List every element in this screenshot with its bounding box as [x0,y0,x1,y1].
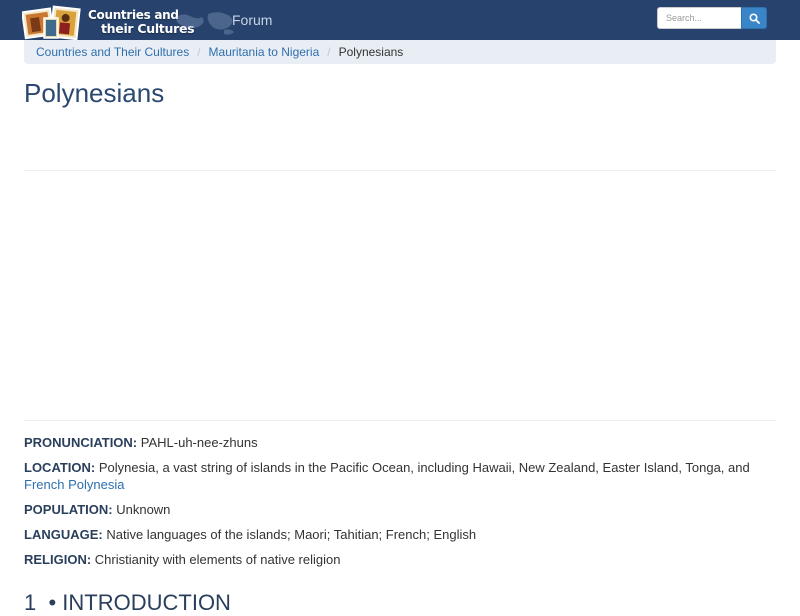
section-heading: 1 • INTRODUCTION [24,590,231,615]
search-input[interactable] [657,7,741,29]
divider [24,420,776,421]
fact-value: Unknown [116,502,171,517]
fact-religion: RELIGION: Christianity with elements of … [24,551,776,568]
section-title: INTRODUCTION [62,590,231,615]
nav-forum-link[interactable]: Forum [232,12,272,28]
fact-label: LOCATION: [24,460,96,475]
facts-list: PRONUNCIATION: PAHL-uh-nee-zhuns LOCATIO… [24,434,776,576]
breadcrumb-separator: / [327,45,331,59]
page-title: Polynesians [24,78,165,108]
fact-location: LOCATION: Polynesia, a vast string of is… [24,459,776,493]
search-button[interactable] [741,7,767,29]
fact-pronunciation: PRONUNCIATION: PAHL-uh-nee-zhuns [24,434,776,451]
fact-value: Christianity with elements of native rel… [94,552,341,567]
breadcrumb: Countries and Their Cultures / Mauritania … [24,40,776,64]
fact-label: PRONUNCIATION: [24,435,138,450]
top-navbar: Countries and their Cultures Forum [0,0,800,41]
section-number: 1 [24,590,37,615]
fact-label: LANGUAGE: [24,527,103,542]
search-icon [749,13,760,24]
breadcrumb-separator: / [197,45,201,59]
breadcrumb-current: Polynesians [338,45,404,59]
fact-value: Native languages of the islands; Maori; … [106,527,477,542]
french-polynesia-link[interactable]: French Polynesia [24,477,124,492]
breadcrumb-link-countries[interactable]: Countries and Their Cultures [36,45,189,59]
fact-value: PAHL-uh-nee-zhuns [140,435,258,450]
fact-value: Polynesia, a vast string of islands in t… [98,460,750,475]
fact-label: RELIGION: [24,552,92,567]
fact-label: POPULATION: [24,502,113,517]
divider [24,170,776,171]
fact-population: POPULATION: Unknown [24,501,776,518]
breadcrumb-link-mauritania-to-nigeria[interactable]: Mauritania to Nigeria [209,45,320,59]
fact-language: LANGUAGE: Native languages of the island… [24,526,776,543]
